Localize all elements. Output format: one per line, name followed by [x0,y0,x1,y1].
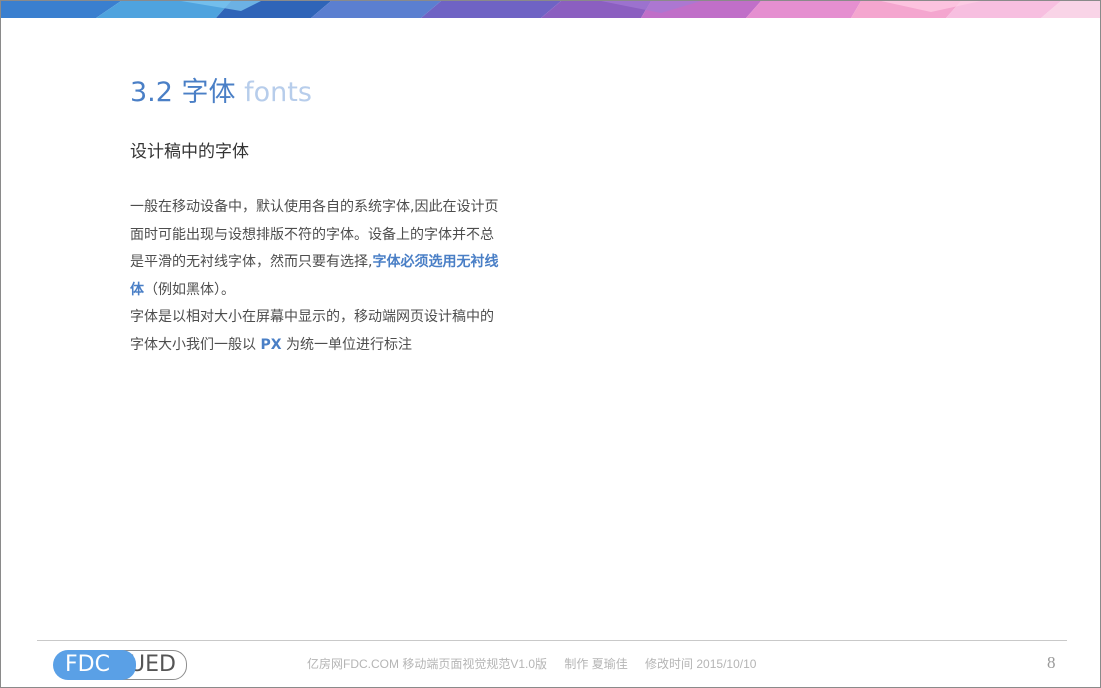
highlight-text: PX [260,336,282,353]
footer-author: 制作 夏瑜佳 [564,657,628,671]
footer-divider [37,640,1067,641]
fdc-ued-logo: FDC UED [53,649,187,681]
highlight-text: 体 [130,281,144,298]
body-text-segment: （例如黑体）。 [144,281,235,298]
body-text-segment: 是平滑的无衬线字体，然而只要有选择, [130,254,373,270]
body-line: 体（例如黑体）。 [130,277,550,305]
page-number: 8 [1047,653,1056,672]
body-line: 一般在移动设备中，默认使用各自的系统字体,因此在设计页 [130,199,499,215]
footer-doc-name: 亿房网FDC.COM 移动端页面视觉规范V1.0版 [307,657,548,671]
title-number: 3.2 [130,77,173,108]
logo-fdc-badge: FDC [53,650,136,680]
body-line: 面时可能出现与设想排版不符的字体。设备上的字体并不总 [130,226,494,243]
footer-info: 亿房网FDC.COM 移动端页面视觉规范V1.0版 制作 夏瑜佳 修改时间 20… [307,656,770,672]
page-title: 3.2 字体 fonts [130,75,312,111]
decorative-banner [1,1,1100,18]
body-paragraph: 一般在移动设备中，默认使用各自的系统字体,因此在设计页 面时可能出现与设想排版不… [130,194,550,359]
highlight-text: 字体必须选用无衬线 [372,254,499,270]
body-text-segment: 字体大小我们一般以 [130,336,261,353]
slide-frame: 3.2 字体 fonts 设计稿中的字体 一般在移动设备中，默认使用各自的系统字… [0,0,1101,688]
body-line: 字体是以相对大小在屏幕中显示的，移动端网页设计稿中的 [130,309,494,325]
body-line: 是平滑的无衬线字体，然而只要有选择,字体必须选用无衬线 [130,249,550,277]
section-subtitle: 设计稿中的字体 [130,142,249,162]
title-chinese: 字体 [181,77,236,108]
body-text-segment: 为统一单位进行标注 [281,336,412,353]
logo-fdc-text: FDC [65,652,110,677]
footer-modified: 修改时间 2015/10/10 [645,657,757,671]
body-line: 字体大小我们一般以 PX 为统一单位进行标注 [130,332,550,360]
title-english: fonts [244,77,312,108]
